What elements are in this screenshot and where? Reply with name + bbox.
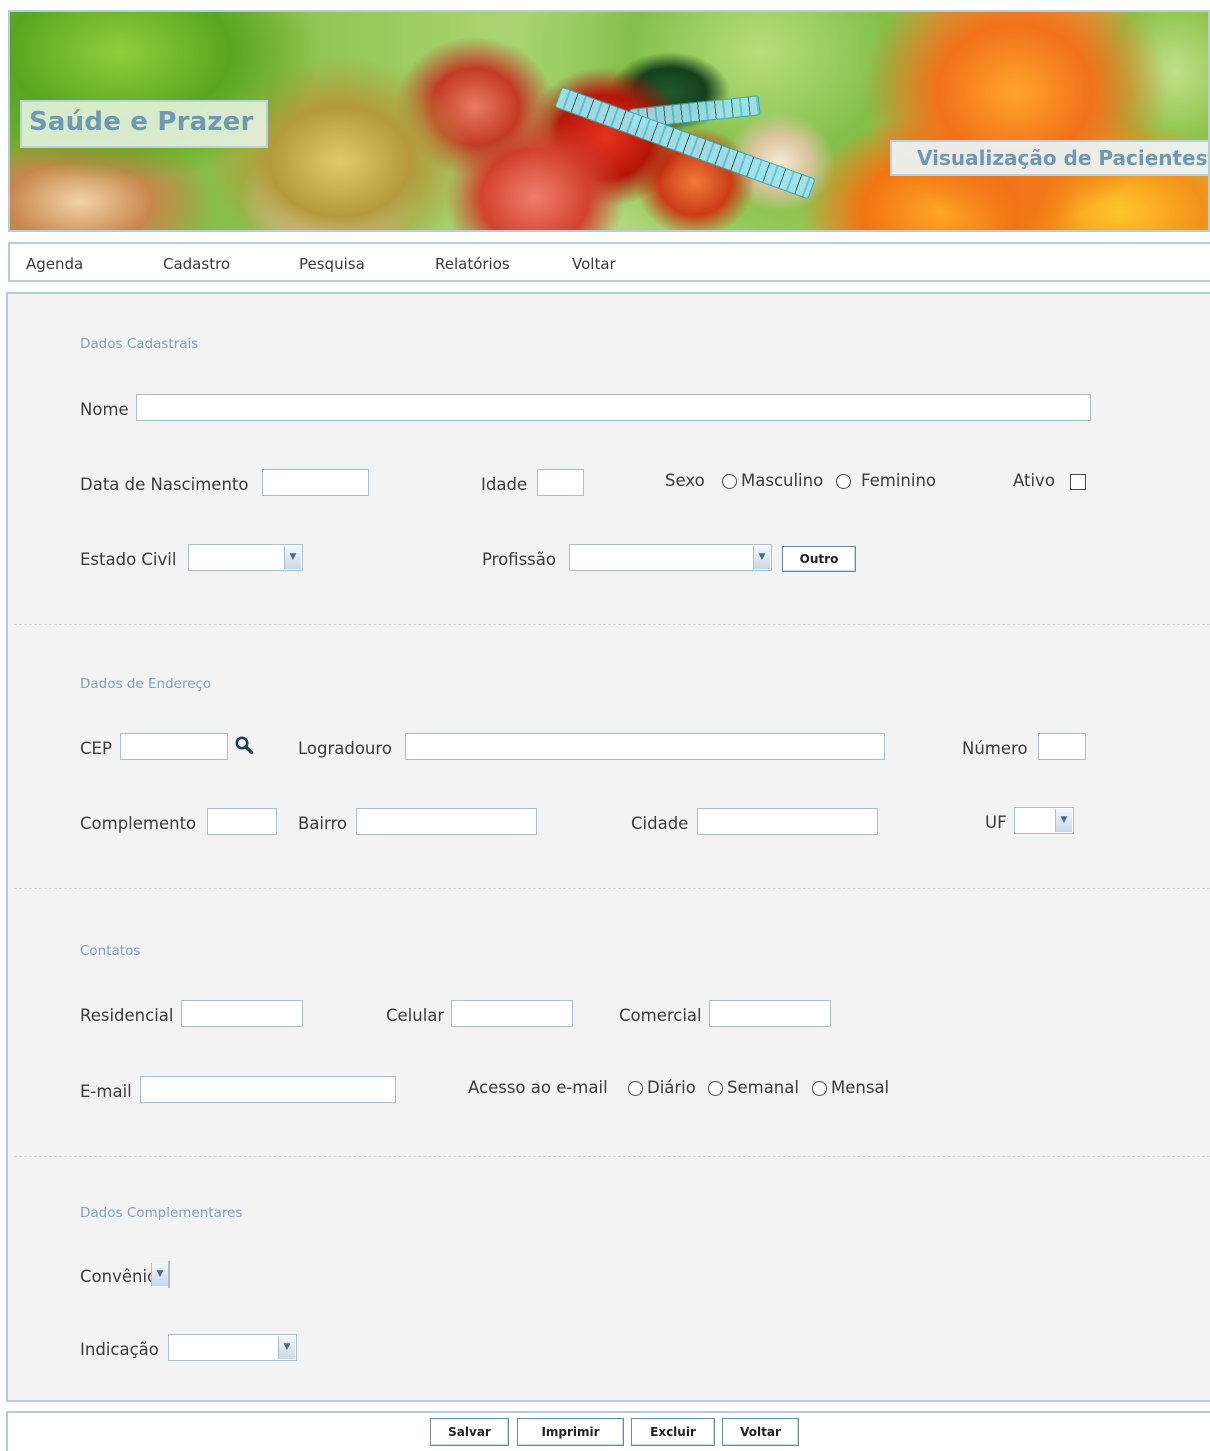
salvar-button[interactable]: Salvar — [430, 1418, 509, 1446]
main-menu: Agenda Cadastro Pesquisa Relatórios Volt… — [8, 242, 1210, 282]
imprimir-button[interactable]: Imprimir — [517, 1418, 624, 1446]
ativo-label: Ativo — [1013, 471, 1055, 490]
email-input[interactable] — [140, 1076, 396, 1103]
ativo-checkbox[interactable] — [1070, 474, 1086, 490]
acesso-diario-radio[interactable] — [628, 1081, 643, 1096]
nome-label: Nome — [80, 400, 129, 419]
chevron-down-icon: ▼ — [1055, 809, 1072, 832]
logradouro-label: Logradouro — [298, 739, 392, 758]
comercial-label: Comercial — [619, 1006, 702, 1025]
telefone-comercial-input[interactable] — [709, 1000, 831, 1027]
voltar-button[interactable]: Voltar — [722, 1418, 799, 1446]
profissao-label: Profissão — [482, 550, 556, 569]
magnifier-icon[interactable] — [234, 735, 254, 755]
chevron-down-icon: ▼ — [753, 546, 770, 569]
acesso-semanal-radio[interactable] — [708, 1081, 723, 1096]
cidade-label: Cidade — [631, 814, 689, 833]
telefone-residencial-input[interactable] — [181, 1000, 303, 1027]
data-nascimento-label: Data de Nascimento — [80, 475, 249, 494]
acesso-diario-label: Diário — [647, 1078, 696, 1097]
sexo-masculino-label: Masculino — [741, 471, 824, 490]
residencial-label: Residencial — [80, 1006, 174, 1025]
action-bar: Salvar Imprimir Excluir Voltar — [6, 1411, 1210, 1451]
header-banner: Saúde e Prazer Visualização de Pacientes — [8, 10, 1210, 232]
outro-button[interactable]: Outro — [782, 546, 856, 572]
estado-civil-select[interactable]: ▼ — [188, 544, 303, 571]
convenio-label: Convênio — [80, 1267, 158, 1286]
section-title-dados-endereco: Dados de Endereço — [80, 676, 212, 692]
excluir-button[interactable]: Excluir — [631, 1418, 715, 1446]
data-nascimento-input[interactable] — [262, 469, 369, 496]
page-title: Visualização de Pacientes — [917, 146, 1208, 170]
numero-label: Número — [962, 739, 1028, 758]
acesso-semanal-label: Semanal — [727, 1078, 799, 1097]
section-title-contatos: Contatos — [80, 943, 141, 959]
section-title-dados-complementares: Dados Complementares — [80, 1205, 243, 1221]
acesso-email-label: Acesso ao e-mail — [468, 1078, 608, 1097]
sexo-feminino-label: Feminino — [861, 471, 936, 490]
profissao-select[interactable]: ▼ — [569, 544, 772, 571]
idade-label: Idade — [481, 475, 528, 494]
brand-logo-box: Saúde e Prazer — [20, 100, 268, 148]
menu-item-agenda[interactable]: Agenda — [26, 255, 83, 273]
sexo-label: Sexo — [665, 471, 705, 490]
chevron-down-icon: ▼ — [278, 1336, 295, 1359]
acesso-mensal-radio[interactable] — [812, 1081, 827, 1096]
numero-input[interactable] — [1038, 733, 1086, 760]
cidade-input[interactable] — [697, 808, 878, 835]
complemento-label: Complemento — [80, 814, 197, 833]
section-divider — [14, 624, 1210, 625]
cep-label: CEP — [80, 739, 112, 758]
bairro-input[interactable] — [356, 808, 537, 835]
indicacao-label: Indicação — [80, 1340, 159, 1359]
estado-civil-label: Estado Civil — [80, 550, 177, 569]
patient-form: Dados Cadastrais Nome Data de Nascimento… — [6, 292, 1210, 1402]
section-divider — [14, 888, 1210, 889]
menu-item-pesquisa[interactable]: Pesquisa — [299, 255, 365, 273]
acesso-mensal-label: Mensal — [831, 1078, 890, 1097]
idade-input[interactable] — [537, 469, 584, 496]
section-title-dados-cadastrais: Dados Cadastrais — [80, 336, 199, 352]
chevron-down-icon: ▼ — [284, 546, 301, 569]
menu-item-voltar[interactable]: Voltar — [572, 255, 616, 273]
bairro-label: Bairro — [298, 814, 348, 833]
menu-item-cadastro[interactable]: Cadastro — [163, 255, 230, 273]
indicacao-select[interactable]: ▼ — [168, 1334, 297, 1361]
menu-item-relatorios[interactable]: Relatórios — [435, 255, 510, 273]
celular-label: Celular — [386, 1006, 445, 1025]
cep-input[interactable] — [120, 733, 228, 760]
telefone-celular-input[interactable] — [451, 1000, 573, 1027]
page-title-box: Visualização de Pacientes — [890, 140, 1208, 176]
brand-name: Saúde e Prazer — [29, 107, 254, 137]
sexo-feminino-radio[interactable] — [836, 474, 851, 489]
convenio-select[interactable]: ▼ — [151, 1261, 170, 1288]
nome-input[interactable] — [136, 394, 1091, 421]
uf-label: UF — [985, 813, 1007, 832]
logradouro-input[interactable] — [405, 733, 885, 760]
sexo-masculino-radio[interactable] — [722, 474, 737, 489]
email-label: E-mail — [80, 1082, 132, 1101]
uf-select[interactable]: ▼ — [1014, 807, 1074, 834]
chevron-down-icon: ▼ — [151, 1263, 168, 1286]
complemento-input[interactable] — [207, 808, 277, 835]
section-divider — [14, 1156, 1210, 1157]
